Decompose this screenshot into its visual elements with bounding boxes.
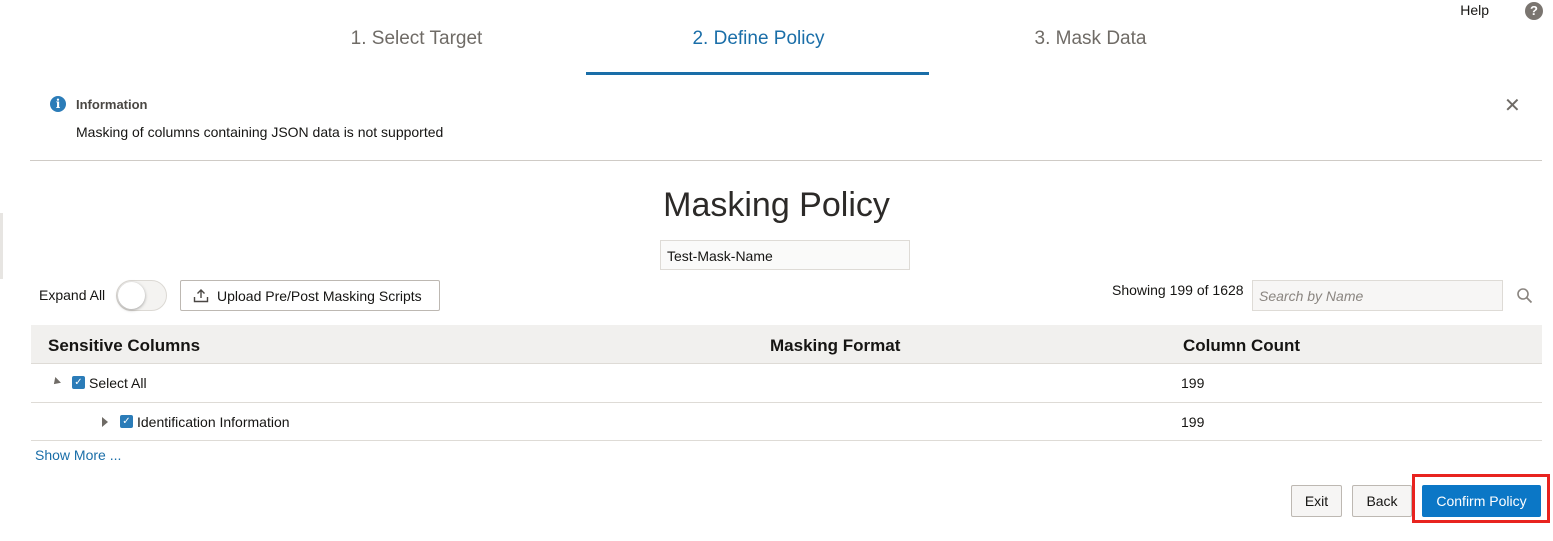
info-title: Information bbox=[76, 97, 148, 112]
info-message: Masking of columns containing JSON data … bbox=[76, 124, 444, 140]
question-circle-icon[interactable]: ? bbox=[1525, 2, 1543, 20]
checkbox-select-all[interactable]: ✓ bbox=[72, 376, 85, 389]
search-input[interactable]: Search by Name bbox=[1252, 280, 1503, 311]
showing-count: Showing 199 of 1628 bbox=[1112, 282, 1244, 298]
upload-scripts-label: Upload Pre/Post Masking Scripts bbox=[217, 287, 422, 304]
divider bbox=[30, 160, 1542, 161]
expand-triangle-icon[interactable] bbox=[102, 417, 108, 427]
info-icon: i bbox=[50, 96, 66, 112]
toggle-knob bbox=[118, 282, 145, 309]
confirm-policy-button[interactable]: Confirm Policy bbox=[1422, 485, 1541, 517]
active-step-indicator bbox=[586, 72, 929, 75]
back-button[interactable]: Back bbox=[1352, 485, 1412, 517]
close-icon[interactable]: ✕ bbox=[1504, 93, 1521, 118]
col-header-column-count[interactable]: Column Count bbox=[1183, 336, 1300, 356]
checkbox-identification-information[interactable]: ✓ bbox=[120, 415, 133, 428]
upload-scripts-button[interactable]: Upload Pre/Post Masking Scripts bbox=[180, 280, 440, 311]
row-label: Identification Information bbox=[137, 414, 290, 430]
step-define-policy[interactable]: 2. Define Policy bbox=[586, 28, 931, 50]
search-icon[interactable] bbox=[1516, 287, 1534, 305]
row-count: 199 bbox=[1181, 375, 1205, 391]
page-title: Masking Policy bbox=[663, 186, 890, 224]
help-link[interactable]: Help bbox=[1460, 2, 1489, 18]
step-mask-data[interactable]: 3. Mask Data bbox=[918, 28, 1263, 50]
upload-icon bbox=[193, 288, 209, 302]
table-row bbox=[31, 364, 1542, 403]
row-label: Select All bbox=[89, 375, 147, 391]
expand-all-toggle[interactable] bbox=[116, 280, 167, 311]
step-select-target[interactable]: 1. Select Target bbox=[244, 28, 589, 50]
exit-button[interactable]: Exit bbox=[1291, 485, 1342, 517]
expand-all-label: Expand All bbox=[39, 287, 106, 303]
col-header-sensitive-columns[interactable]: Sensitive Columns bbox=[48, 336, 200, 356]
policy-name-input[interactable]: Test-Mask-Name bbox=[660, 240, 910, 270]
col-header-masking-format[interactable]: Masking Format bbox=[770, 336, 900, 356]
show-more-link[interactable]: Show More ... bbox=[35, 447, 121, 463]
row-count: 199 bbox=[1181, 414, 1205, 430]
